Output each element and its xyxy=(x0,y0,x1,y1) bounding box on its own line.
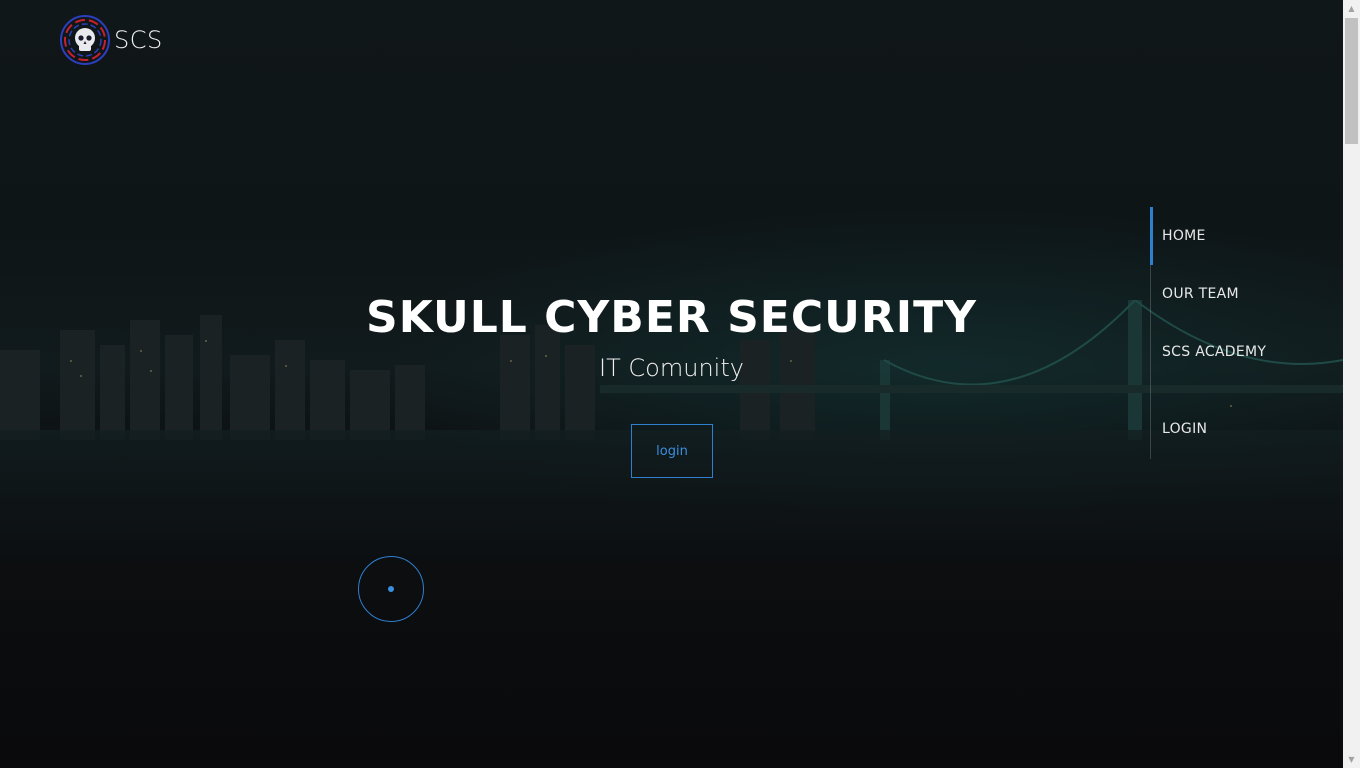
custom-cursor-dot xyxy=(388,586,394,592)
custom-cursor-ring xyxy=(358,556,424,622)
page-subtitle: IT Comunity xyxy=(599,354,744,382)
nav-active-indicator xyxy=(1150,207,1153,265)
nav-item-home[interactable]: HOME xyxy=(1162,228,1206,244)
nav-item-scs-academy[interactable]: SCS ACADEMY xyxy=(1162,344,1266,360)
scroll-down-arrow-icon[interactable]: ▼ xyxy=(1343,751,1360,768)
scroll-up-arrow-icon[interactable]: ▲ xyxy=(1343,0,1360,17)
skull-icon xyxy=(60,15,110,65)
login-button[interactable]: login xyxy=(631,424,713,478)
page-scrollbar[interactable]: ▲ ▼ xyxy=(1343,0,1360,768)
page-title: SKULL CYBER SECURITY xyxy=(366,292,977,343)
water-reflection-background xyxy=(0,430,1343,768)
hero-section xyxy=(0,0,1343,768)
nav-item-login[interactable]: LOGIN xyxy=(1162,421,1207,437)
nav-item-our-team[interactable]: OUR TEAM xyxy=(1162,286,1239,302)
brand-logo[interactable]: SCS xyxy=(60,14,163,66)
scrollbar-thumb[interactable] xyxy=(1345,18,1358,144)
brand-name: SCS xyxy=(114,26,163,54)
side-navigation: HOME OUR TEAM SCS ACADEMY LOGIN xyxy=(1150,207,1311,459)
